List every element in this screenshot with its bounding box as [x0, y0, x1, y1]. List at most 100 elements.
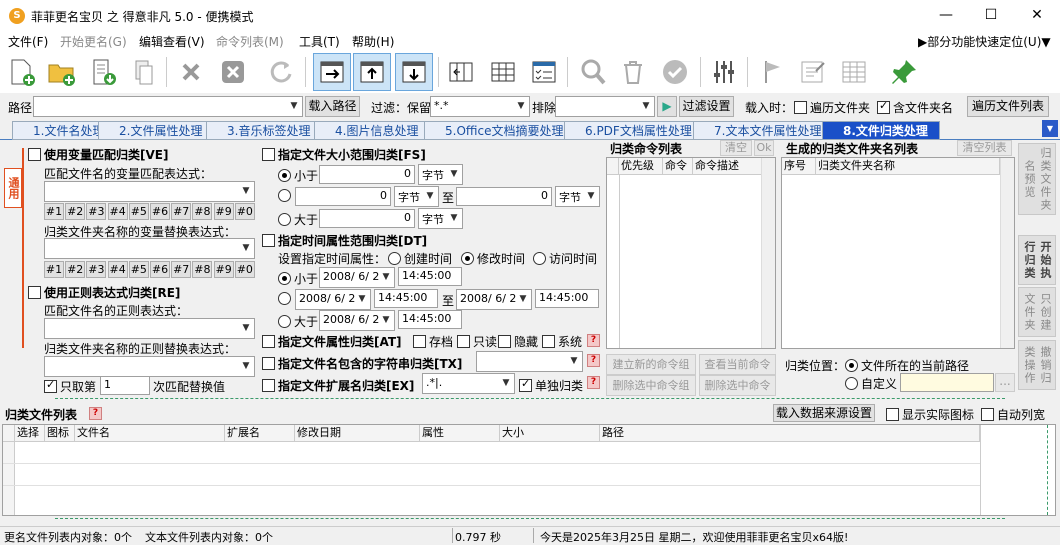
hash-button[interactable]: #6	[150, 261, 170, 278]
hash-button[interactable]: #2	[65, 203, 86, 220]
hash-button[interactable]: #3	[86, 261, 107, 278]
check-icon[interactable]	[656, 53, 694, 91]
path-combo[interactable]: ▼	[33, 96, 303, 117]
pin-icon[interactable]	[885, 53, 923, 91]
load-source-settings-button[interactable]: 载入数据来源设置	[773, 404, 875, 422]
menu-file[interactable]: 文件(F)	[8, 33, 48, 50]
splitter[interactable]	[55, 518, 1005, 521]
delete-x-icon[interactable]	[172, 53, 210, 91]
show-icons-checkbox[interactable]: 显示实际图标	[886, 406, 974, 423]
new-file-icon[interactable]	[2, 53, 40, 91]
hash-button[interactable]: #1	[44, 261, 64, 278]
filelist-header-size[interactable]: 大小	[500, 425, 600, 442]
splitter[interactable]	[55, 398, 1005, 401]
refresh-icon[interactable]	[262, 53, 300, 91]
filter-keep-combo[interactable]: *.* ▼	[430, 96, 530, 117]
chevron-down-icon[interactable]: ▼	[238, 239, 254, 258]
archive-checkbox[interactable]: 存档	[413, 333, 453, 350]
side-tab-general[interactable]: 通用	[4, 168, 22, 208]
menu-help[interactable]: 帮助(H)	[352, 33, 394, 50]
modified-time-radio[interactable]: 修改时间	[461, 250, 525, 267]
import-icon[interactable]	[84, 53, 122, 91]
filelist-header-date[interactable]: 修改日期	[295, 425, 420, 442]
name-contains-combo[interactable]: ▼	[476, 351, 583, 372]
hash-button[interactable]: #5	[128, 261, 149, 278]
regex-checkbox[interactable]: 使用正则表达式归类[RE]	[28, 284, 180, 301]
delete-group-button[interactable]: 删除选中命令组	[606, 375, 696, 396]
hash-button[interactable]: #1	[44, 203, 64, 220]
current-path-radio[interactable]: 文件所在的当前路径	[845, 357, 969, 374]
time-less-date[interactable]: 2008/ 6/ 2 ▼	[319, 267, 395, 288]
filelist-header-icon[interactable]: 图标	[45, 425, 75, 442]
ext-checkbox[interactable]: 指定文件扩展名归类[EX]	[262, 377, 414, 394]
hash-button[interactable]: #6	[150, 203, 170, 220]
attr-checkbox[interactable]: 指定文件属性归类[AT]	[262, 333, 402, 350]
browse-button[interactable]: ...	[995, 373, 1015, 392]
undo-classify-button[interactable]: 撤销归类操作	[1018, 340, 1056, 390]
chevron-down-icon[interactable]: ▼	[378, 268, 394, 287]
readonly-checkbox[interactable]: 只读	[457, 333, 497, 350]
flag-icon[interactable]	[754, 53, 792, 91]
chevron-down-icon[interactable]: ▼	[638, 97, 654, 116]
system-checkbox[interactable]: 系统	[542, 333, 582, 350]
size-greater-radio[interactable]: 大于	[278, 211, 318, 228]
cmdlist-header-command[interactable]: 命令	[663, 158, 693, 175]
ext-combo[interactable]: .*|. ▼	[422, 373, 515, 394]
time-between-from-time[interactable]: 14:45:00	[374, 289, 438, 308]
single-class-checkbox[interactable]: 单独归类	[519, 377, 583, 394]
delete-command-button[interactable]: 删除选中命令	[699, 375, 776, 396]
chevron-down-icon[interactable]: ▼	[583, 187, 599, 206]
traverse-file-list-button[interactable]: 遍历文件列表	[967, 96, 1049, 117]
custom-path-input[interactable]	[900, 373, 994, 392]
file-list-grid[interactable]: 选择 图标 文件名 扩展名 修改日期 属性 大小 路径	[2, 424, 1056, 516]
tab-text-file[interactable]: 7.文本文件属性处理	[693, 121, 838, 140]
chevron-down-icon[interactable]: ▼	[446, 165, 462, 184]
search-icon[interactable]	[574, 53, 612, 91]
edit-doc-icon[interactable]	[794, 53, 832, 91]
hash-button[interactable]: #9	[213, 203, 234, 220]
chevron-down-icon[interactable]: ▼	[286, 97, 302, 116]
filelist-header-attr[interactable]: 属性	[420, 425, 500, 442]
size-between-radio[interactable]	[278, 189, 294, 203]
tab-pdf[interactable]: 6.PDF文档属性处理	[564, 121, 704, 140]
accessed-time-radio[interactable]: 访问时间	[533, 250, 597, 267]
chevron-down-icon[interactable]: ▼	[513, 97, 529, 116]
size-less-input[interactable]: 0	[319, 165, 415, 184]
time-less-time[interactable]: 14:45:00	[398, 267, 462, 286]
filelist-header-select[interactable]: 选择	[15, 425, 45, 442]
filter-settings-button[interactable]: 过滤设置	[679, 96, 734, 117]
hash-button[interactable]: #8	[192, 261, 213, 278]
cmdlist-header-desc[interactable]: 命令描述	[693, 158, 763, 175]
load-path-button[interactable]: 载入路径	[305, 96, 360, 117]
auto-width-checkbox[interactable]: 自动列宽	[981, 406, 1045, 423]
copy-doc-icon[interactable]	[124, 53, 162, 91]
scrollbar[interactable]	[761, 158, 775, 348]
include-folder-name-checkbox[interactable]: 含文件夹名	[877, 99, 953, 116]
tab-classify[interactable]: 8.文件归类处理	[822, 121, 940, 140]
var-expr-combo[interactable]: ▼	[44, 181, 255, 202]
chevron-down-icon[interactable]: ▼	[238, 357, 254, 376]
cmdlist-grid[interactable]: 优先级 命令 命令描述	[606, 157, 776, 349]
menu-tools[interactable]: 工具(T)	[299, 33, 340, 50]
time-between-to-date[interactable]: 2008/ 6/ 2 ▼	[456, 289, 532, 310]
chevron-down-icon[interactable]: ▼	[446, 209, 462, 228]
tab-music-tag[interactable]: 3.音乐标签处理	[206, 121, 326, 140]
traverse-folders-checkbox[interactable]: 遍历文件夹	[794, 99, 870, 116]
maximize-button[interactable]: ☐	[968, 0, 1014, 31]
hash-button[interactable]: #4	[107, 261, 128, 278]
size-between-to[interactable]: 0	[456, 187, 552, 206]
create-group-button[interactable]: 建立新的命令组	[606, 354, 696, 375]
menu-start-rename[interactable]: 开始更名(G)	[60, 33, 127, 50]
hash-button[interactable]: #9	[213, 261, 234, 278]
help-icon[interactable]: ?	[587, 334, 600, 347]
play-icon[interactable]: ▶	[657, 96, 677, 117]
hash-button[interactable]: #7	[171, 203, 192, 220]
hash-button[interactable]: #0	[234, 203, 255, 220]
cmdlist-header-priority[interactable]: 优先级	[619, 158, 663, 175]
columns-icon[interactable]	[484, 53, 522, 91]
custom-path-radio[interactable]: 自定义	[845, 375, 897, 392]
menu-edit-view[interactable]: 编辑查看(V)	[139, 33, 205, 50]
chevron-down-icon[interactable]: ▼	[378, 311, 394, 330]
filter-exclude-combo[interactable]: ▼	[555, 96, 655, 117]
hash-button[interactable]: #3	[86, 203, 107, 220]
